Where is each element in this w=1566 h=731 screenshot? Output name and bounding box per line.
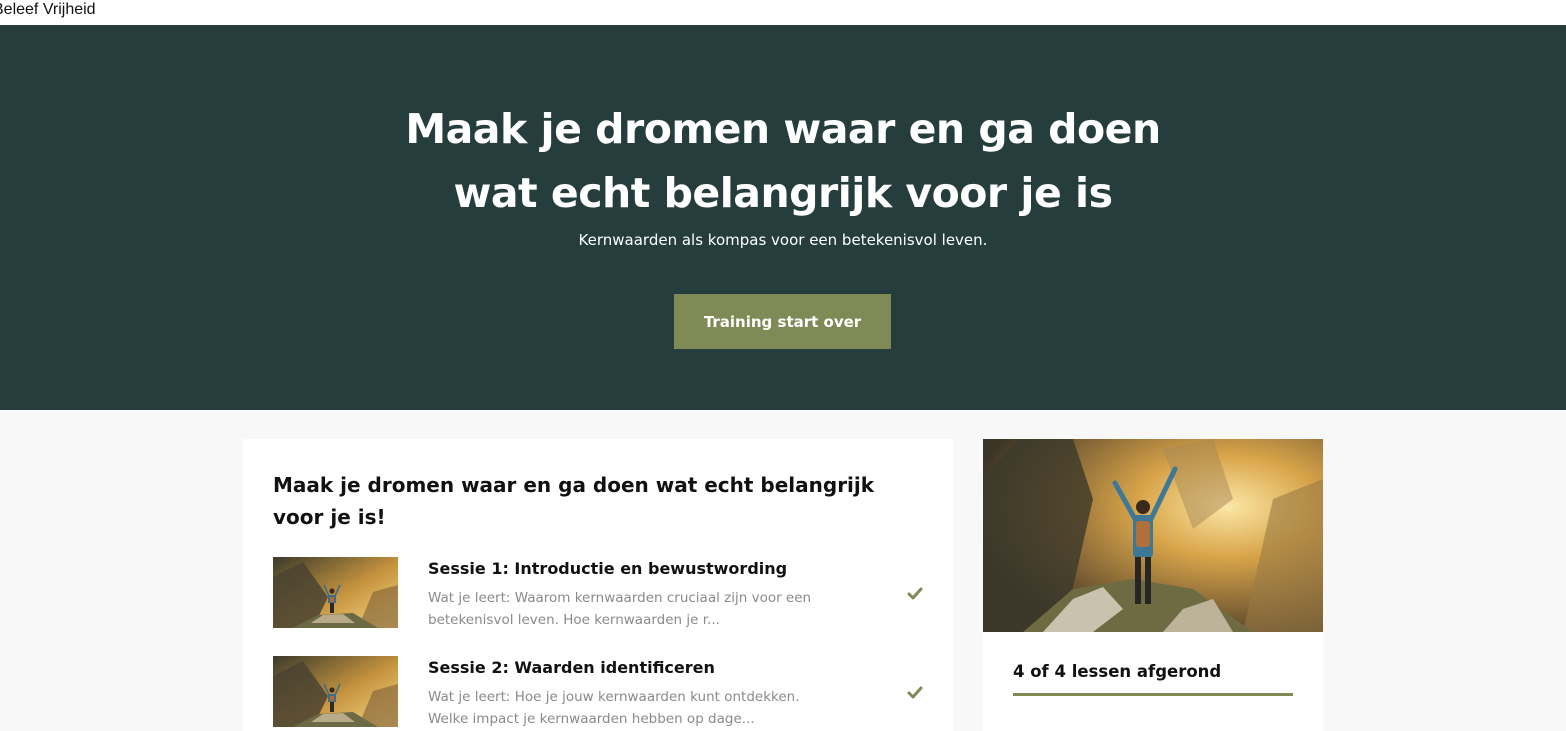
course-content-card: Maak je dromen waar en ga doen wat echt … xyxy=(243,439,953,731)
lesson-item[interactable]: Sessie 2: Waarden identificeren Wat je l… xyxy=(273,656,923,728)
course-heading: Maak je dromen waar en ga doen wat echt … xyxy=(273,473,875,529)
lesson-description: Wat je leert: Waarom kernwaarden cruciaa… xyxy=(428,590,812,628)
site-title[interactable]: Beleef Vrijheid xyxy=(0,1,96,19)
hero-title: Maak je dromen waar en ga doen wat echt … xyxy=(0,97,1566,225)
lesson-title[interactable]: Sessie 2: Waarden identificeren xyxy=(428,656,868,680)
hero-title-line-1: Maak je dromen waar en ga doen xyxy=(405,105,1161,153)
lesson-description: Wat je leert: Hoe je jouw kernwaarden ku… xyxy=(428,689,800,727)
check-icon xyxy=(907,587,923,600)
progress-bar-fill xyxy=(1013,693,1293,696)
hero-section: Maak je dromen waar en ga doen wat echt … xyxy=(0,25,1566,410)
progress-label: 4 of 4 lessen afgerond xyxy=(1013,662,1222,681)
course-cover-image xyxy=(983,439,1323,632)
progress-card: 4 of 4 lessen afgerond xyxy=(983,439,1323,731)
hero-subtitle: Kernwaarden als kompas voor een betekeni… xyxy=(578,231,988,249)
lesson-item[interactable]: Sessie 1: Introductie en bewustwording W… xyxy=(273,557,923,629)
lesson-thumbnail[interactable] xyxy=(273,557,398,628)
lesson-title[interactable]: Sessie 1: Introductie en bewustwording xyxy=(428,557,868,581)
check-icon xyxy=(907,686,923,699)
progress-bar xyxy=(1013,693,1293,696)
lesson-thumbnail[interactable] xyxy=(273,656,398,727)
hero-title-line-2: wat echt belangrijk voor je is xyxy=(453,169,1113,217)
restart-training-button[interactable]: Training start over xyxy=(674,294,891,349)
top-bar: Beleef Vrijheid xyxy=(0,0,1566,25)
